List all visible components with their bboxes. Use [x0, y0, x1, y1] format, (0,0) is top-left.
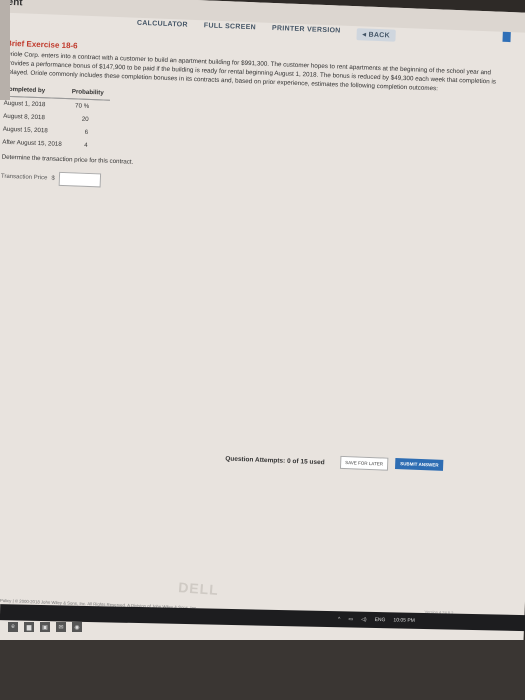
browser-page: ent CALCULATOR FULL SCREEN PRINTER VERSI… — [0, 0, 525, 693]
printer-version-button[interactable]: PRINTER VERSION — [272, 25, 341, 40]
window-edge — [0, 0, 10, 100]
chrome-icon[interactable]: ◉ — [72, 622, 82, 632]
full-screen-button[interactable]: FULL SCREEN — [204, 22, 256, 36]
edge-icon[interactable]: e — [8, 622, 18, 632]
folder-icon[interactable]: ▆ — [24, 622, 34, 632]
calculator-button[interactable]: CALCULATOR — [137, 20, 188, 34]
attempts-counter: Question Attempts: 0 of 15 used — [225, 455, 325, 467]
language-indicator[interactable]: ENG — [375, 617, 386, 623]
chevron-up-icon[interactable]: ^ — [338, 616, 340, 622]
save-for-later-button[interactable]: SAVE FOR LATER — [339, 455, 389, 471]
date-cell: After August 15, 2018 — [2, 138, 62, 148]
dell-logo: DELL — [177, 579, 220, 598]
exercise-content: Brief Exercise 18-6 Oriole Corp. enters … — [1, 39, 506, 203]
back-button[interactable]: ◂ BACK — [356, 28, 397, 42]
network-icon[interactable]: ▭ — [348, 616, 353, 622]
table-row: After August 15, 2018 4 — [2, 136, 108, 153]
transaction-price-label: Transaction Price — [0, 173, 48, 182]
store-icon[interactable]: ▣ — [40, 622, 50, 632]
mail-icon[interactable]: ✉ — [56, 622, 66, 632]
transaction-price-input[interactable] — [58, 171, 101, 188]
monitor-bezel — [0, 640, 525, 700]
volume-icon[interactable]: ◁) — [361, 617, 367, 623]
submit-answer-button[interactable]: SUBMIT ANSWER — [394, 457, 444, 471]
clock[interactable]: 10:05 PM — [393, 617, 415, 623]
accent-edge — [502, 31, 511, 43]
currency-symbol: $ — [51, 175, 55, 182]
probability-cell: 70 % — [74, 102, 90, 110]
taskbar-icons: e ▆ ▣ ✉ ◉ — [8, 622, 82, 632]
photo-screen: ent CALCULATOR FULL SCREEN PRINTER VERSI… — [0, 0, 525, 700]
probability-cell: 4 — [84, 141, 88, 149]
outcome-table: Completed by Probability August 1, 2018 … — [2, 83, 110, 153]
